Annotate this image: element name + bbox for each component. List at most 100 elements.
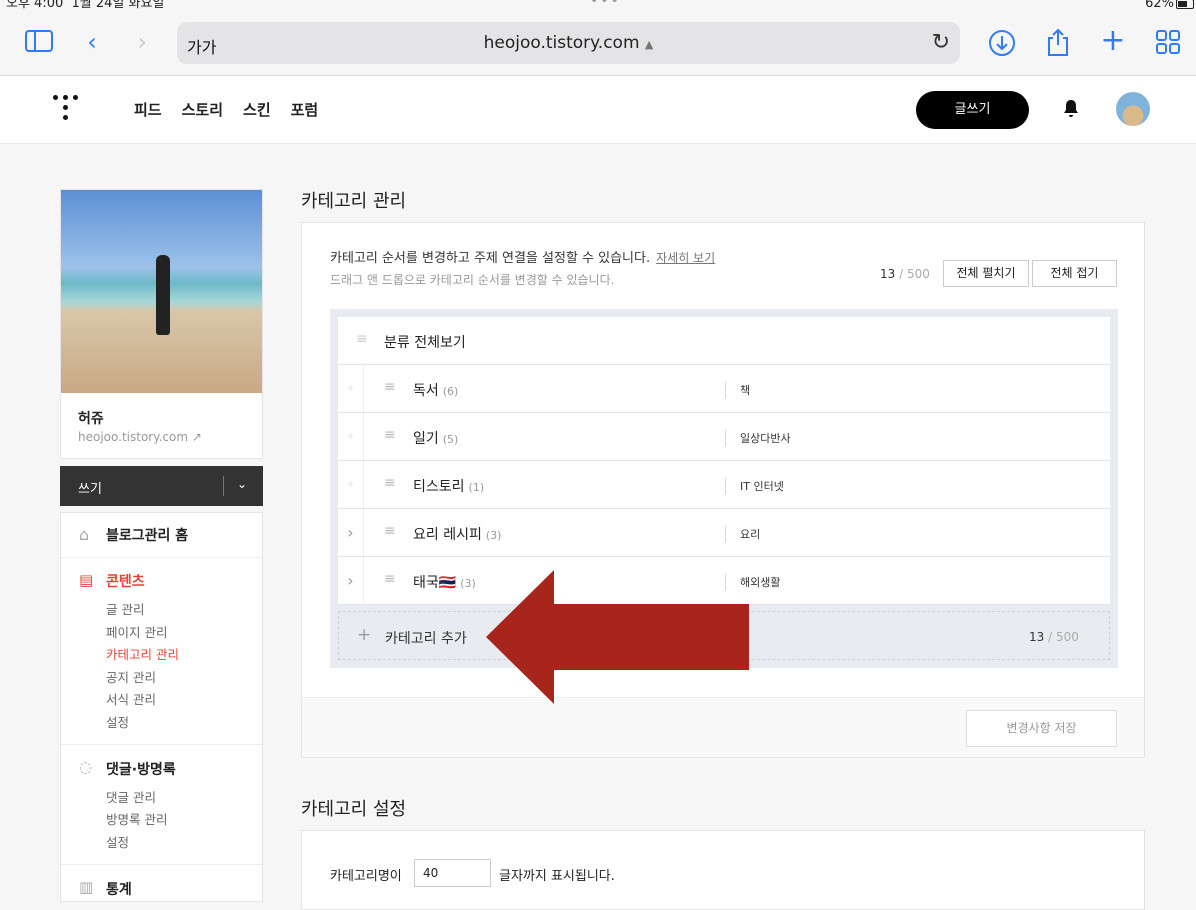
category-name: 태국🇹🇭: [413, 575, 457, 591]
annotation-arrow-icon: [486, 570, 749, 704]
category-row[interactable]: ◦ ≡ 일기 (5) 일상다반사: [338, 413, 1110, 461]
menu-page-manage[interactable]: 페이지 관리: [106, 622, 167, 641]
menu-post-manage[interactable]: 글 관리: [106, 599, 144, 618]
save-bar: 변경사항 저장: [302, 697, 1144, 757]
category-all-row[interactable]: ≡ 분류 전체보기: [338, 317, 1110, 365]
nav-feed[interactable]: 피드: [134, 101, 162, 119]
tabs-overview-icon[interactable]: [1150, 29, 1186, 61]
url-host: heojoo.tistory.com: [483, 33, 640, 53]
name-length-suffix: 글자까지 표시됩니다.: [499, 869, 615, 884]
category-name: 일기: [413, 431, 439, 447]
multitask-dots[interactable]: •••: [590, 0, 621, 8]
category-row[interactable]: ◦ ≡ 독서 (6) 책: [338, 365, 1110, 413]
address-bar[interactable]: 가가 heojoo.tistory.com ▲ ↻: [177, 22, 960, 64]
menu-notice-manage[interactable]: 공지 관리: [106, 667, 156, 686]
external-link-icon: ↗: [191, 430, 202, 444]
category-topic[interactable]: 일상다반사: [740, 430, 791, 446]
expand-chevron-icon[interactable]: ›: [338, 557, 364, 604]
blog-url[interactable]: heojoo.tistory.com ↗: [78, 430, 202, 444]
drag-handle-icon[interactable]: ≡: [356, 331, 368, 347]
sidebar-toggle-icon[interactable]: [21, 29, 57, 59]
name-length-input[interactable]: 40: [414, 859, 491, 887]
forward-icon[interactable]: ›: [124, 28, 160, 56]
category-name: 요리 레시피: [413, 527, 482, 543]
user-avatar[interactable]: [1116, 92, 1150, 126]
status-time: 오후 4:00 1월 24일 화요일: [6, 0, 165, 11]
name-length-label: 카테고리명이: [330, 869, 402, 884]
stats-icon: ▥: [79, 878, 94, 896]
site-header: 피드 스토리 스킨 포럼 글쓰기: [0, 76, 1196, 144]
category-topic[interactable]: IT 인터넷: [740, 478, 784, 494]
category-post-count: (3): [485, 529, 502, 542]
menu-category-manage[interactable]: 카테고리 관리: [106, 644, 179, 663]
blog-profile-card: 허쥬 heojoo.tistory.com ↗: [60, 189, 263, 459]
write-post-button[interactable]: 글쓰기: [916, 91, 1029, 129]
category-row[interactable]: ◦ ≡ 티스토리 (1) IT 인터넷: [338, 461, 1110, 509]
battery-icon: [1176, 0, 1194, 9]
battery-text: 62%: [1145, 0, 1174, 11]
plus-icon: +: [357, 625, 372, 645]
blog-name: 허쥬: [78, 411, 104, 427]
more-info-link[interactable]: 자세히 보기: [656, 251, 715, 265]
category-bullet-icon: ◦: [338, 413, 364, 460]
category-post-count: (5): [442, 433, 459, 446]
nav-story[interactable]: 스토리: [182, 101, 223, 119]
main-nav: 피드 스토리 스킨 포럼: [134, 99, 338, 120]
add-category-label: 카테고리 추가: [385, 631, 467, 647]
category-bullet-icon: ◦: [338, 365, 364, 412]
category-description: 카테고리 순서를 변경하고 주제 연결을 설정할 수 있습니다.: [330, 251, 651, 266]
page-title: 카테고리 관리: [301, 191, 407, 212]
reload-icon[interactable]: ↻: [932, 30, 950, 55]
category-settings-title: 카테고리 설정: [301, 799, 407, 820]
document-icon: ▤: [79, 571, 94, 589]
menu-comment-settings[interactable]: 설정: [106, 832, 129, 851]
comment-icon: ◌: [79, 758, 93, 776]
menu-guestbook-manage[interactable]: 방명록 관리: [106, 809, 167, 828]
category-all-label: 분류 전체보기: [384, 335, 466, 351]
bell-icon[interactable]: [1062, 98, 1080, 123]
category-topic[interactable]: 책: [740, 382, 750, 398]
category-row[interactable]: › ≡ 요리 레시피 (3) 요리: [338, 509, 1110, 557]
chevron-down-icon[interactable]: ⌄: [237, 477, 247, 491]
drag-handle-icon[interactable]: ≡: [384, 379, 396, 395]
category-topic[interactable]: 요리: [740, 526, 760, 542]
expand-all-button[interactable]: 전체 펼치기: [943, 260, 1029, 287]
category-count: 13 / 500: [1029, 630, 1079, 644]
nav-forum[interactable]: 포럼: [291, 101, 319, 119]
drag-drop-hint: 드래그 앤 드롭으로 카테고리 순서를 변경할 수 있습니다.: [330, 273, 615, 287]
menu-template-manage[interactable]: 서식 관리: [106, 689, 156, 708]
category-name: 티스토리: [413, 479, 465, 495]
write-dropdown[interactable]: 쓰기 ⌄: [60, 466, 263, 506]
menu-comment-manage[interactable]: 댓글 관리: [106, 787, 156, 806]
drag-handle-icon[interactable]: ≡: [384, 571, 396, 587]
home-icon: ⌂: [79, 525, 90, 544]
menu-content-settings[interactable]: 설정: [106, 712, 129, 731]
menu-content[interactable]: 콘텐츠: [106, 571, 145, 591]
drag-handle-icon[interactable]: ≡: [384, 523, 396, 539]
drag-handle-icon[interactable]: ≡: [384, 475, 396, 491]
category-bullet-icon: ◦: [338, 461, 364, 508]
expand-chevron-icon[interactable]: ›: [338, 509, 364, 556]
menu-stats[interactable]: 통계: [106, 879, 132, 899]
drag-handle-icon[interactable]: ≡: [384, 427, 396, 443]
back-icon[interactable]: ‹: [74, 28, 110, 56]
category-count: 13 / 500: [880, 267, 930, 281]
category-settings-card: 카테고리명이 40 글자까지 표시됩니다.: [301, 830, 1145, 910]
save-changes-button[interactable]: 변경사항 저장: [966, 710, 1117, 747]
download-icon[interactable]: [984, 29, 1020, 63]
menu-comments-guestbook[interactable]: 댓글·방명록: [106, 759, 176, 779]
write-label[interactable]: 쓰기: [78, 478, 102, 497]
status-bar: 오후 4:00 1월 24일 화요일 ••• 62%: [0, 0, 1196, 14]
category-post-count: (1): [468, 481, 485, 494]
lock-icon: ▲: [644, 38, 654, 51]
tistory-logo[interactable]: [53, 95, 79, 121]
collapse-all-button[interactable]: 전체 접기: [1032, 260, 1117, 287]
category-post-count: (6): [442, 385, 459, 398]
admin-menu: ⌂ 블로그관리 홈 ▤ 콘텐츠 글 관리 페이지 관리 카테고리 관리 공지 관…: [60, 512, 263, 902]
menu-blog-admin-home[interactable]: 블로그관리 홈: [106, 525, 188, 545]
nav-skin[interactable]: 스킨: [243, 101, 271, 119]
share-icon[interactable]: [1040, 27, 1076, 63]
new-tab-icon[interactable]: +: [1095, 26, 1131, 56]
category-post-count: (3): [460, 577, 476, 590]
browser-toolbar: ‹ › 가가 heojoo.tistory.com ▲ ↻ +: [0, 14, 1196, 76]
